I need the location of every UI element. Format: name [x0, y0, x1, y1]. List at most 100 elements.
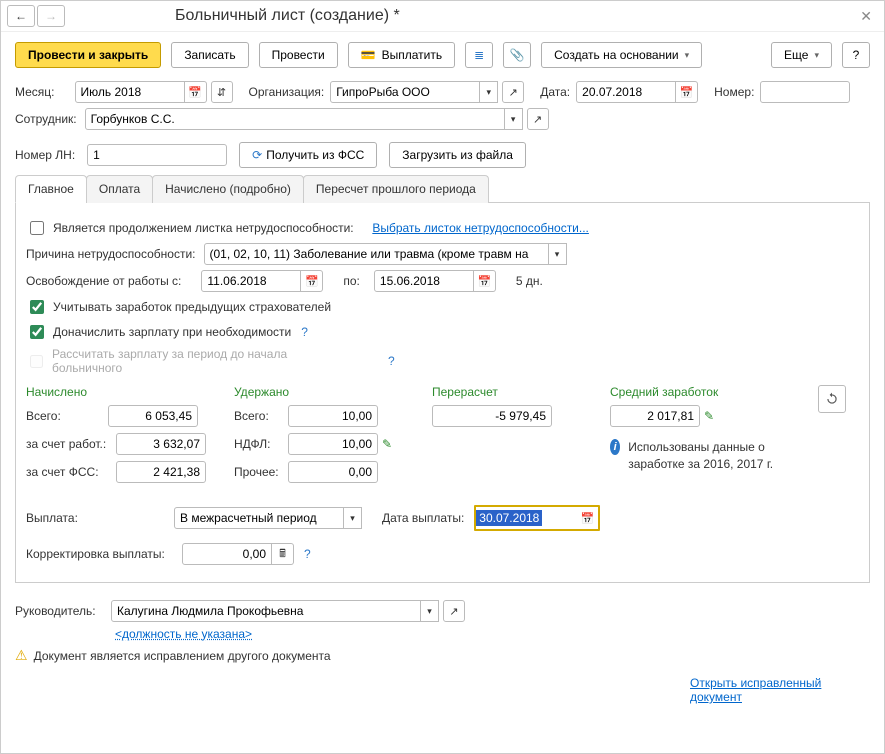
- date-field[interactable]: [576, 81, 676, 103]
- chevron-down-icon[interactable]: ▾: [421, 600, 439, 622]
- total-label: Всего:: [26, 409, 104, 423]
- accrued-total-field[interactable]: [108, 405, 198, 427]
- withheld-header: Удержано: [234, 385, 424, 399]
- release-to-label: по:: [343, 274, 360, 288]
- other-label: Прочее:: [234, 465, 284, 479]
- get-from-fss-label: Получить из ФСС: [266, 148, 364, 162]
- is-continuation-checkbox[interactable]: Является продолжением листка нетрудоспос…: [26, 218, 354, 238]
- open-ref-icon[interactable]: ↗: [502, 81, 524, 103]
- withheld-total-field[interactable]: [288, 405, 378, 427]
- tab-recalc[interactable]: Пересчет прошлого периода: [303, 175, 489, 203]
- ndfl-field[interactable]: [288, 433, 378, 455]
- attach-icon-button[interactable]: 📎: [503, 42, 531, 68]
- create-based-label: Создать на основании: [554, 48, 679, 62]
- help-icon[interactable]: ?: [388, 354, 395, 368]
- stepper-icon[interactable]: ⇵: [211, 81, 233, 103]
- calendar-icon[interactable]: 📅: [474, 270, 496, 292]
- ndfl-label: НДФЛ:: [234, 437, 284, 451]
- is-continuation-check-input[interactable]: [30, 221, 44, 235]
- pay-date-field-wrapper: 30.07.2018 📅: [474, 505, 600, 531]
- open-ref-icon[interactable]: ↗: [527, 108, 549, 130]
- is-continuation-label: Является продолжением листка нетрудоспос…: [53, 221, 354, 235]
- prev-insurers-checkbox[interactable]: Учитывать заработок предыдущих страховат…: [26, 297, 331, 317]
- window-title: Больничный лист (создание) *: [175, 7, 400, 25]
- release-from-field[interactable]: [201, 270, 301, 292]
- ln-field[interactable]: [87, 144, 227, 166]
- manager-field[interactable]: [111, 600, 421, 622]
- accrue-salary-checkbox[interactable]: Доначислить зарплату при необходимости: [26, 322, 291, 342]
- calendar-icon[interactable]: 📅: [185, 81, 207, 103]
- recalc-field[interactable]: [432, 405, 552, 427]
- employee-field[interactable]: [85, 108, 505, 130]
- corr-field[interactable]: [182, 543, 272, 565]
- chevron-down-icon[interactable]: ▾: [505, 108, 523, 130]
- get-from-fss-button[interactable]: ⟳ Получить из ФСС: [239, 142, 377, 168]
- post-and-close-button[interactable]: Провести и закрыть: [15, 42, 161, 68]
- open-corrected-link[interactable]: Открыть исправленный документ: [690, 676, 870, 704]
- warning-text: Документ является исправлением другого д…: [34, 649, 331, 663]
- number-label: Номер:: [714, 85, 754, 99]
- release-to-field[interactable]: [374, 270, 474, 292]
- load-from-file-button[interactable]: Загрузить из файла: [389, 142, 526, 168]
- pencil-icon[interactable]: ✎: [704, 409, 714, 423]
- calendar-icon[interactable]: 📅: [676, 81, 698, 103]
- number-field[interactable]: [760, 81, 850, 103]
- withheld-total-label: Всего:: [234, 409, 284, 423]
- nav-forward-button[interactable]: →: [37, 5, 65, 27]
- earnings-info-text: Использованы данные о заработке за 2016,…: [628, 439, 810, 473]
- chevron-down-icon[interactable]: ▾: [549, 243, 567, 265]
- refresh-icon: [825, 392, 839, 406]
- nav-back-button[interactable]: ←: [7, 5, 35, 27]
- prev-insurers-check-input[interactable]: [30, 300, 44, 314]
- recalc-header: Перерасчет: [432, 385, 602, 399]
- pay-date-field[interactable]: 30.07.2018: [476, 510, 542, 526]
- month-field[interactable]: [75, 81, 185, 103]
- payment-label: Выплата:: [26, 511, 96, 525]
- employer-value-field[interactable]: [116, 433, 206, 455]
- manager-label: Руководитель:: [15, 604, 105, 618]
- accrue-salary-check-input[interactable]: [30, 325, 44, 339]
- close-icon[interactable]: ✕: [854, 8, 878, 25]
- calendar-icon[interactable]: 📅: [301, 270, 323, 292]
- tab-accrued[interactable]: Начислено (подробно): [152, 175, 304, 203]
- chevron-down-icon[interactable]: ▾: [480, 81, 498, 103]
- calendar-icon[interactable]: 📅: [576, 507, 598, 529]
- month-label: Месяц:: [15, 85, 55, 99]
- calc-icon[interactable]: 🖩: [272, 543, 294, 565]
- choose-sheet-link[interactable]: Выбрать листок нетрудоспособности...: [372, 221, 589, 235]
- fss-value-field[interactable]: [116, 461, 206, 483]
- help-icon[interactable]: ?: [301, 325, 308, 339]
- recalc-before-label: Рассчитать зарплату за период до начала …: [52, 347, 312, 375]
- info-icon: i: [610, 439, 620, 455]
- tab-payment[interactable]: Оплата: [86, 175, 153, 203]
- position-link[interactable]: <должность не указана>: [115, 627, 252, 641]
- accrue-salary-label: Доначислить зарплату при необходимости: [53, 325, 291, 339]
- tab-main[interactable]: Главное: [15, 175, 87, 203]
- org-field[interactable]: [330, 81, 480, 103]
- list-icon-button[interactable]: ≣: [465, 42, 493, 68]
- write-button[interactable]: Записать: [171, 42, 248, 68]
- date-label: Дата:: [540, 85, 570, 99]
- open-ref-icon[interactable]: ↗: [443, 600, 465, 622]
- avg-header: Средний заработок: [610, 385, 810, 399]
- reload-icon: ⟳: [252, 148, 262, 162]
- more-button[interactable]: Еще ▾: [771, 42, 832, 68]
- pay-button-label: Выплатить: [382, 48, 443, 62]
- other-field[interactable]: [288, 461, 378, 483]
- pay-button[interactable]: 💳 Выплатить: [348, 42, 455, 68]
- create-based-on-button[interactable]: Создать на основании ▾: [541, 42, 702, 68]
- recalc-before-checkbox: Рассчитать зарплату за период до начала …: [26, 347, 312, 375]
- pencil-icon[interactable]: ✎: [382, 437, 392, 451]
- payment-type-field[interactable]: [174, 507, 344, 529]
- avg-earnings-field[interactable]: [610, 405, 700, 427]
- refresh-button[interactable]: [818, 385, 846, 413]
- post-button[interactable]: Провести: [259, 42, 338, 68]
- help-button[interactable]: ?: [842, 42, 870, 68]
- employee-label: Сотрудник:: [15, 112, 77, 126]
- chevron-down-icon[interactable]: ▾: [344, 507, 362, 529]
- days-count-text: 5 дн.: [516, 274, 543, 288]
- prev-insurers-label: Учитывать заработок предыдущих страховат…: [53, 300, 331, 314]
- help-icon[interactable]: ?: [304, 547, 311, 561]
- reason-field[interactable]: [204, 243, 549, 265]
- accrued-header: Начислено: [26, 385, 226, 399]
